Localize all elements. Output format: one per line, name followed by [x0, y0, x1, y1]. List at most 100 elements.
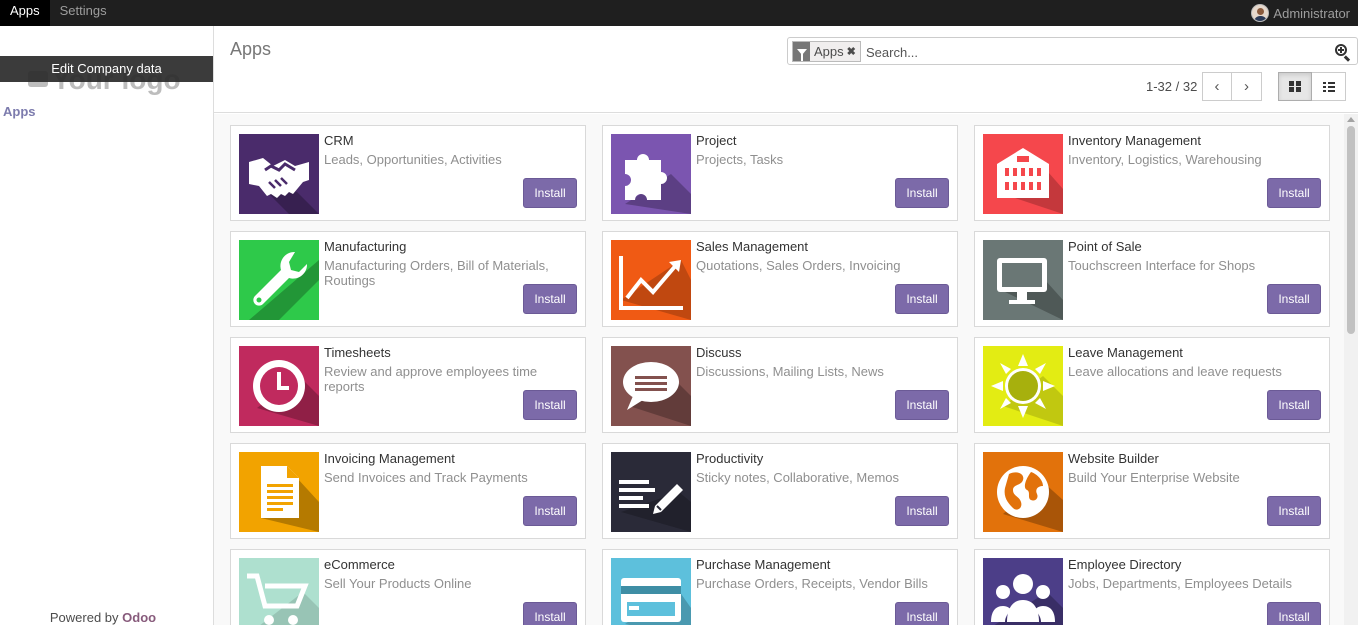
app-name[interactable]: Point of Sale [1068, 239, 1142, 254]
pager-buttons: ‹ › [1202, 72, 1262, 101]
app-summary: Sticky notes, Collaborative, Memos [696, 470, 900, 485]
pager-previous-button[interactable]: ‹ [1202, 72, 1232, 101]
people-icon[interactable] [983, 558, 1063, 625]
monitor-icon[interactable] [983, 240, 1063, 320]
app-summary: Jobs, Departments, Employees Details [1068, 576, 1292, 591]
app-summary: Discussions, Mailing Lists, News [696, 364, 884, 379]
app-card[interactable]: Leave Management Leave allocations and le… [974, 337, 1330, 433]
odoo-link[interactable]: Odoo [122, 610, 156, 625]
install-button[interactable]: Install [523, 284, 577, 314]
sidebar: Your logo Edit Company data Apps Powered… [0, 26, 214, 625]
app-name[interactable]: eCommerce [324, 557, 395, 572]
app-name[interactable]: Productivity [696, 451, 763, 466]
scroll-thumb[interactable] [1347, 126, 1355, 334]
list-view-button[interactable] [1312, 72, 1346, 101]
chevron-left-icon: ‹ [1214, 78, 1220, 95]
pager-value[interactable]: 1-32 / 32 [1146, 79, 1197, 94]
install-button[interactable]: Install [895, 496, 949, 526]
document-icon[interactable] [239, 452, 319, 532]
app-name[interactable]: Purchase Management [696, 557, 830, 572]
app-card[interactable]: Timesheets Review and approve employees t… [230, 337, 586, 433]
note-pencil-icon[interactable] [611, 452, 691, 532]
scrollbar[interactable] [1344, 114, 1358, 625]
app-card[interactable]: Productivity Sticky notes, Collaborative,… [602, 443, 958, 539]
menu-item-apps[interactable]: Apps [0, 0, 50, 26]
sidebar-item-apps[interactable]: Apps [3, 104, 36, 119]
app-summary: Touchscreen Interface for Shops [1068, 258, 1256, 273]
install-button[interactable]: Install [523, 496, 577, 526]
install-button[interactable]: Install [1267, 390, 1321, 420]
main-menu: Apps Settings [0, 0, 117, 26]
app-card[interactable]: Manufacturing Manufacturing Orders, Bill … [230, 231, 586, 327]
install-button[interactable]: Install [895, 284, 949, 314]
clock-icon[interactable] [239, 346, 319, 426]
scroll-up-arrow[interactable] [1347, 117, 1355, 122]
app-card[interactable]: Project Projects, Tasks Install [602, 125, 958, 221]
install-button[interactable]: Install [1267, 284, 1321, 314]
app-card[interactable]: Website Builder Build Your Enterprise Web… [974, 443, 1330, 539]
filter-icon [793, 42, 810, 61]
app-name[interactable]: Manufacturing [324, 239, 406, 254]
app-summary: Sell Your Products Online [324, 576, 472, 591]
app-grid: CRM Leads, Opportunities, Activities Insta… [230, 125, 1330, 625]
install-button[interactable]: Install [1267, 602, 1321, 625]
search-box[interactable]: Apps ✖ [787, 37, 1358, 65]
facet-remove-icon[interactable]: ✖ [847, 45, 860, 58]
cart-icon[interactable] [239, 558, 319, 625]
install-button[interactable]: Install [523, 390, 577, 420]
kanban-view: CRM Leads, Opportunities, Activities Insta… [214, 114, 1344, 625]
app-card[interactable]: Discuss Discussions, Mailing Lists, News I… [602, 337, 958, 433]
app-card[interactable]: eCommerce Sell Your Products Online Instal… [230, 549, 586, 625]
app-card[interactable]: Point of Sale Touchscreen Interface for S… [974, 231, 1330, 327]
app-name[interactable]: Project [696, 133, 736, 148]
app-name[interactable]: Leave Management [1068, 345, 1183, 360]
install-button[interactable]: Install [895, 602, 949, 625]
app-name[interactable]: CRM [324, 133, 354, 148]
warehouse-icon[interactable] [983, 134, 1063, 214]
install-button[interactable]: Install [1267, 178, 1321, 208]
app-summary: Inventory, Logistics, Warehousing [1068, 152, 1262, 167]
menu-item-settings[interactable]: Settings [50, 0, 117, 26]
powered-by: Powered by Odoo [0, 610, 206, 625]
pager-next-button[interactable]: › [1232, 72, 1262, 101]
globe-icon[interactable] [983, 452, 1063, 532]
app-name[interactable]: Sales Management [696, 239, 808, 254]
app-name[interactable]: Website Builder [1068, 451, 1159, 466]
app-card[interactable]: Inventory Management Inventory, Logistics… [974, 125, 1330, 221]
search-facet-apps[interactable]: Apps ✖ [792, 41, 861, 62]
app-name[interactable]: Inventory Management [1068, 133, 1201, 148]
app-name[interactable]: Invoicing Management [324, 451, 455, 466]
credit-card-icon[interactable] [611, 558, 691, 625]
app-summary: Purchase Orders, Receipts, Vendor Bills [696, 576, 928, 591]
install-button[interactable]: Install [1267, 496, 1321, 526]
install-button[interactable]: Install [523, 178, 577, 208]
handshake-icon[interactable] [239, 134, 319, 214]
app-summary: Leave allocations and leave requests [1068, 364, 1282, 379]
puzzle-icon[interactable] [611, 134, 691, 214]
page-title: Apps [230, 39, 272, 59]
app-name[interactable]: Employee Directory [1068, 557, 1181, 572]
app-summary: Projects, Tasks [696, 152, 784, 167]
kanban-view-button[interactable] [1278, 72, 1312, 101]
app-card[interactable]: CRM Leads, Opportunities, Activities Insta… [230, 125, 586, 221]
app-card[interactable]: Invoicing Management Send Invoices and Tr… [230, 443, 586, 539]
app-card[interactable]: Sales Management Quotations, Sales Orders… [602, 231, 958, 327]
wrench-icon[interactable] [239, 240, 319, 320]
company-logo[interactable]: Your logo Edit Company data [0, 40, 213, 100]
install-button[interactable]: Install [523, 602, 577, 625]
app-name[interactable]: Discuss [696, 345, 742, 360]
app-card[interactable]: Employee Directory Jobs, Departments, Emp… [974, 549, 1330, 625]
app-summary: Leads, Opportunities, Activities [324, 152, 502, 167]
install-button[interactable]: Install [895, 390, 949, 420]
chat-bubble-icon[interactable] [611, 346, 691, 426]
search-options-icon[interactable] [1335, 44, 1351, 62]
search-input[interactable] [866, 42, 1306, 62]
edit-company-button[interactable]: Edit Company data [0, 56, 213, 82]
app-name[interactable]: Timesheets [324, 345, 391, 360]
sun-icon[interactable] [983, 346, 1063, 426]
trend-chart-icon[interactable] [611, 240, 691, 320]
app-card[interactable]: Purchase Management Purchase Orders, Rece… [602, 549, 958, 625]
control-panel: Apps Apps ✖ 1-32 / 32 ‹ › [214, 26, 1358, 113]
install-button[interactable]: Install [895, 178, 949, 208]
user-menu[interactable]: Administrator [1251, 0, 1350, 26]
